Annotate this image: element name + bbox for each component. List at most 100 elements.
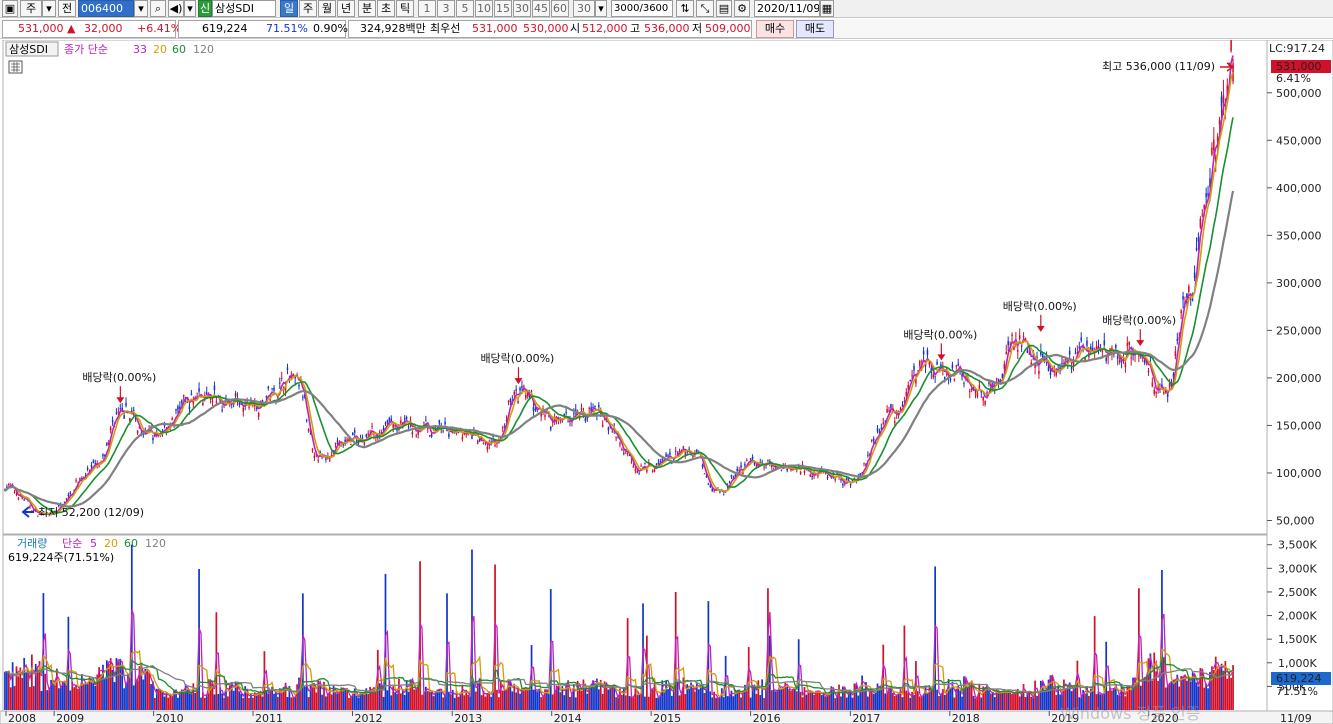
count-field[interactable]: 3000/3600 (611, 0, 673, 17)
draw-tool-icon[interactable]: ⤡ (696, 0, 714, 17)
volume-bar (732, 696, 735, 710)
candle-body (1011, 334, 1013, 337)
period-tab-month[interactable]: 월 (318, 0, 336, 17)
candle-body (894, 421, 896, 423)
candle-body (507, 401, 510, 403)
compare-icon[interactable]: ⇅ (676, 0, 694, 17)
period-tab-tick[interactable]: 틱 (396, 0, 414, 17)
interval-15[interactable]: 15 (494, 0, 512, 17)
prev-button[interactable]: 전 (58, 0, 76, 17)
current-pct-tag: 6.41% (1276, 72, 1311, 85)
candle-body (461, 437, 464, 440)
candle-body (403, 418, 406, 420)
current-price: 531,000 ▲ (18, 21, 75, 37)
price-ma-prefix: 종가 단순 (64, 43, 108, 56)
volume-bar (221, 693, 223, 710)
candle-body (834, 479, 836, 481)
interval-30[interactable]: 30 (513, 0, 531, 17)
speaker-dropdown-icon[interactable]: ▾ (184, 0, 196, 17)
code-dropdown-icon[interactable]: ▾ (134, 0, 148, 17)
period-tab-second[interactable]: 초 (377, 0, 395, 17)
high-annotation: 최고 536,000 (11/09) (1102, 60, 1215, 73)
lc-label: LC:917.24 (1269, 42, 1325, 55)
volume-bar (438, 689, 441, 710)
volume-bar (551, 694, 554, 710)
candle-body (106, 442, 108, 446)
interval-10[interactable]: 10 (475, 0, 493, 17)
candle-body (573, 413, 575, 415)
candle-body (1116, 356, 1119, 359)
speaker-icon[interactable]: ◀) (168, 0, 184, 17)
volume-bar (1203, 687, 1206, 710)
candle-body (355, 439, 358, 442)
candle-body (623, 452, 625, 454)
period-tab-day[interactable]: 일 (280, 0, 298, 17)
candle-body (767, 459, 769, 461)
candle-body (988, 382, 990, 384)
market-dropdown-icon[interactable]: ▾ (42, 0, 56, 17)
interval-1[interactable]: 1 (418, 0, 436, 17)
stock-name-field[interactable]: 삼성SDI (212, 0, 276, 17)
volume-bar (521, 689, 523, 710)
volume-bar (269, 690, 272, 710)
candle-body (396, 429, 398, 431)
volume-bar (809, 692, 812, 710)
volume-bar (1015, 691, 1017, 710)
volume-bar (286, 696, 289, 710)
candle-body (509, 399, 512, 402)
sell-button[interactable]: 매도 (796, 20, 834, 38)
price-tick-label: 300,000 (1276, 277, 1322, 290)
volume-bar (1220, 663, 1223, 710)
volume-bar (720, 688, 723, 710)
candle-body (298, 384, 300, 387)
period-tab-year[interactable]: 년 (337, 0, 355, 17)
volume-bar (511, 691, 514, 710)
candle-body (119, 408, 122, 410)
interval-3[interactable]: 3 (437, 0, 455, 17)
volume-bar (188, 693, 191, 710)
volume-bar (313, 684, 316, 710)
period-tab-week[interactable]: 주 (299, 0, 317, 17)
candle-body (949, 378, 952, 381)
candle-body (307, 428, 310, 432)
volume-bar (805, 694, 808, 710)
stock-chart[interactable]: 삼성SDI 종가 단순 33 20 60 120 거래량 단순 5 20 60 … (0, 40, 1333, 724)
volume-bar (261, 696, 264, 710)
interval-60[interactable]: 60 (551, 0, 569, 17)
volume-bar (1018, 696, 1021, 710)
volume-bar (194, 692, 197, 710)
volume-bar (1028, 691, 1031, 710)
interval-dropdown-icon[interactable]: ▾ (595, 0, 607, 17)
candle-body (407, 426, 410, 428)
candle-body (909, 379, 911, 381)
candle-body (521, 386, 523, 389)
volume-bar (709, 691, 712, 710)
candle-body (932, 374, 934, 378)
period-tab-minute[interactable]: 분 (358, 0, 376, 17)
stock-code-input[interactable]: 006400 (78, 0, 134, 17)
volume-bar (895, 694, 898, 710)
save-icon[interactable]: ▤ (716, 0, 732, 17)
interval-5[interactable]: 5 (456, 0, 474, 17)
volume-bar (449, 694, 452, 710)
volume-tick-label: 2,500K (1278, 586, 1317, 599)
volume-bar (840, 696, 842, 710)
calendar-icon[interactable]: ▦ (820, 0, 834, 17)
interval-45[interactable]: 45 (532, 0, 550, 17)
date-field[interactable]: 2020/11/09 (754, 0, 820, 17)
gear-icon[interactable]: ⚙ (734, 0, 750, 17)
search-icon[interactable]: ⌕ (150, 0, 166, 17)
volume-bar (321, 694, 323, 710)
interval-custom[interactable]: 30 (573, 0, 595, 17)
candle-body (632, 465, 635, 468)
buy-button[interactable]: 매수 (756, 20, 794, 38)
count-value: 3000 (614, 3, 640, 14)
volume-bar (394, 692, 396, 710)
window-icon[interactable]: ▣ (2, 0, 18, 17)
volume-bar (740, 697, 742, 710)
chart-toolbar: ▣ 주 ▾ 전 006400 ▾ ⌕ ◀) ▾ 신 삼성SDI 일 주 월 년 … (0, 0, 1333, 18)
candle-body (384, 423, 387, 425)
candle-body (1188, 286, 1190, 292)
candle-body (913, 365, 915, 371)
market-select[interactable]: 주 (20, 0, 42, 17)
